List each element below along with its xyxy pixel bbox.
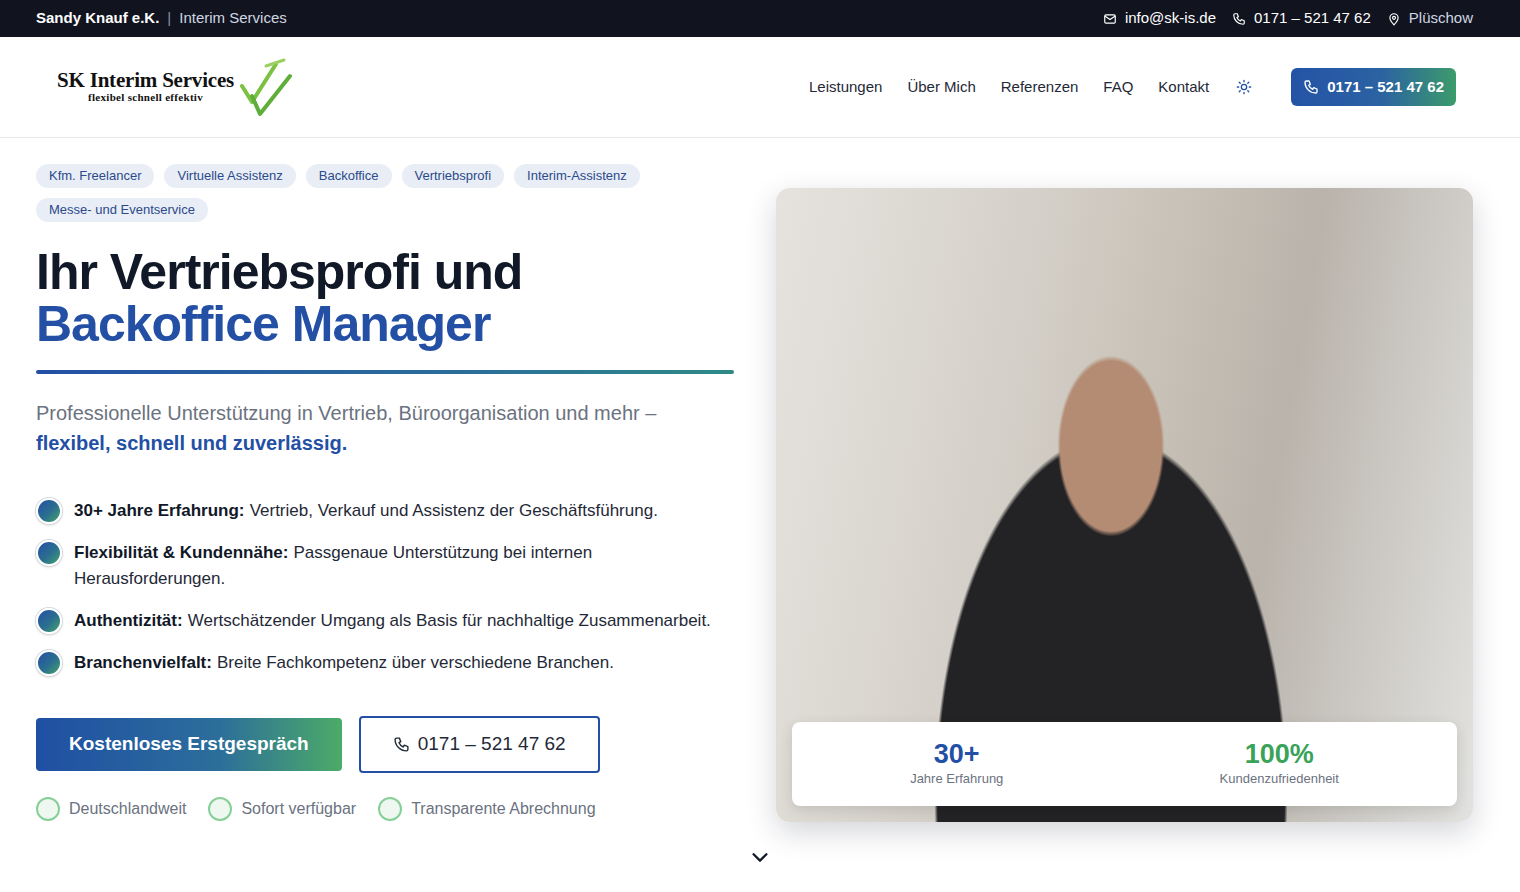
hero-content: Kfm. Freelancer Virtuelle Assistenz Backof… xyxy=(36,164,734,852)
nav-menu: Leistungen Über Mich Referenzen FAQ Kontakt xyxy=(809,76,1209,99)
phone-button-label[interactable]: 0171 – 521 47 62 xyxy=(418,730,566,759)
nav-link[interactable]: Leistungen xyxy=(809,76,882,99)
feature-label: Flexibilität & Kundennähe: xyxy=(74,543,288,562)
feature-label: Authentizität: xyxy=(74,611,183,630)
feature-text: Branchenvielfalt: Breite Fachkompetenz üb… xyxy=(74,650,614,676)
theme-toggle[interactable] xyxy=(1233,76,1255,98)
check-circle-icon xyxy=(378,797,402,821)
mail-icon xyxy=(1103,12,1117,26)
service-tag[interactable]: Kfm. Freelancer xyxy=(36,164,154,188)
sun-icon xyxy=(1236,79,1252,95)
feature-item: 30+ Jahre Erfahrung: Vertrieb, Verkauf un… xyxy=(36,498,734,524)
trust-badge: Deutschlandweit xyxy=(36,797,186,821)
bullet-dot-icon xyxy=(36,608,62,634)
nav-link[interactable]: Über Mich xyxy=(907,76,975,99)
email[interactable]: info@sk-is.de xyxy=(1125,7,1216,30)
separator: | xyxy=(167,7,171,30)
feature-list: 30+ Jahre Erfahrung: Vertrieb, Verkauf un… xyxy=(36,498,734,676)
location-pin-icon xyxy=(1387,12,1401,26)
stat: 100%Kundenzufriedenheit xyxy=(1111,738,1447,788)
location-text: Plüschow xyxy=(1409,7,1473,30)
phone-icon xyxy=(393,736,410,753)
trust-badge-label: Transparente Abrechnung xyxy=(411,797,595,821)
trust-badge-label: Sofort verfügbar xyxy=(241,797,356,821)
feature-text: Flexibilität & Kundennähe:Passgenaue Unt… xyxy=(74,540,734,592)
email-link[interactable]: info@sk-is.de xyxy=(1103,7,1216,30)
phone-icon xyxy=(1303,79,1319,95)
check-circle-icon xyxy=(208,797,232,821)
bullet-dot-icon xyxy=(36,540,62,566)
stat: 30+Jahre Erfahrung xyxy=(802,738,1111,788)
service-tag[interactable]: Virtuelle Assistenz xyxy=(164,164,295,188)
logo[interactable]: SK Interim Services flexibel schnell eff… xyxy=(57,56,294,118)
location: Plüschow xyxy=(1387,7,1473,30)
service-tag[interactable]: Interim-Assistenz xyxy=(514,164,640,188)
hero-section: Kfm. Freelancer Virtuelle Assistenz Backof… xyxy=(0,138,1520,892)
consultation-button-label[interactable]: Kostenloses Erstgespräch xyxy=(69,730,309,759)
service-tags: Kfm. Freelancer Virtuelle Assistenz Backof… xyxy=(36,164,734,222)
feature-label: 30+ Jahre Erfahrung: xyxy=(74,501,245,520)
contact-info: info@sk-is.de 0171 – 521 47 62 Plüschow xyxy=(1103,7,1473,30)
phone[interactable]: 0171 – 521 47 62 xyxy=(1254,7,1371,30)
consultation-button[interactable]: Kostenloses Erstgespräch xyxy=(36,718,342,771)
feature-text: Authentizität: Wertschätzender Umgang als… xyxy=(74,608,711,634)
company-name: Sandy Knauf e.K. xyxy=(36,7,159,30)
phone-icon xyxy=(1232,12,1246,26)
stat-value: 30+ xyxy=(802,738,1111,770)
call-button-label[interactable]: 0171 – 521 47 62 xyxy=(1327,76,1444,99)
trust-badge: Sofort verfügbar xyxy=(208,797,356,821)
nav-link[interactable]: FAQ xyxy=(1103,76,1133,99)
subtitle-text: Professionelle Unterstützung in Vertrieb… xyxy=(36,402,656,424)
phone-button[interactable]: 0171 – 521 47 62 xyxy=(359,716,600,773)
nav-link[interactable]: Kontakt xyxy=(1158,76,1209,99)
service-tag[interactable]: Backoffice xyxy=(306,164,392,188)
gradient-divider xyxy=(36,370,734,374)
hero-actions: Kostenloses Erstgespräch 0171 – 521 47 6… xyxy=(36,716,734,773)
feature-item: Flexibilität & Kundennähe:Passgenaue Unt… xyxy=(36,540,734,592)
feature-description: Wertschätzender Umgang als Basis für nac… xyxy=(188,611,711,630)
service-tag[interactable]: Messe- und Eventservice xyxy=(36,198,208,222)
feature-item: Authentizität: Wertschätzender Umgang als… xyxy=(36,608,734,634)
stat-label: Kundenzufriedenheit xyxy=(1111,770,1447,788)
logo-title: SK Interim Services xyxy=(57,70,234,91)
logo-text: SK Interim Services flexibel schnell eff… xyxy=(57,70,234,104)
portrait-photo: 30+Jahre Erfahrung100%Kundenzufriedenhei… xyxy=(776,188,1473,822)
hero-title-highlight: Backoffice Manager xyxy=(36,298,734,350)
tagline: Interim Services xyxy=(179,7,287,30)
feature-description: Breite Fachkompetenz über verschiedene B… xyxy=(217,653,614,672)
trust-badges: Deutschlandweit Sofort verfügbar Transpare… xyxy=(36,797,734,821)
stats-card: 30+Jahre Erfahrung100%Kundenzufriedenhei… xyxy=(792,722,1457,806)
hero-media: 30+Jahre Erfahrung100%Kundenzufriedenhei… xyxy=(776,164,1473,852)
navigation: LeistungenÜber MichReferenzenFAQKontakt … xyxy=(809,68,1456,107)
header: SK Interim Services flexibel schnell eff… xyxy=(0,37,1520,138)
trust-badge: Transparente Abrechnung xyxy=(378,797,595,821)
phone-link[interactable]: 0171 – 521 47 62 xyxy=(1232,7,1371,30)
hero-subtitle: Professionelle Unterstützung in Vertrieb… xyxy=(36,398,734,458)
feature-label: Branchenvielfalt: xyxy=(74,653,212,672)
feature-text: 30+ Jahre Erfahrung: Vertrieb, Verkauf un… xyxy=(74,498,658,524)
stat-value: 100% xyxy=(1111,738,1447,770)
checkmark-icon xyxy=(236,56,294,118)
service-tag[interactable]: Vertriebsprofi xyxy=(402,164,505,188)
logo-slogan: flexibel schnell effektiv xyxy=(88,91,203,104)
feature-item: Branchenvielfalt: Breite Fachkompetenz üb… xyxy=(36,650,734,676)
bullet-dot-icon xyxy=(36,650,62,676)
hero-title-line: Ihr Vertriebsprofi und xyxy=(36,246,734,298)
scroll-down-icon[interactable] xyxy=(749,846,771,868)
bullet-dot-icon xyxy=(36,498,62,524)
company-info: Sandy Knauf e.K. | Interim Services xyxy=(36,7,287,30)
trust-badge-label: Deutschlandweit xyxy=(69,797,186,821)
call-button[interactable]: 0171 – 521 47 62 xyxy=(1291,68,1456,107)
subtitle-highlight: flexibel, schnell und zuverlässig. xyxy=(36,428,734,458)
nav-link[interactable]: Referenzen xyxy=(1001,76,1079,99)
feature-description: Vertrieb, Verkauf und Assistenz der Gesc… xyxy=(250,501,658,520)
stat-label: Jahre Erfahrung xyxy=(802,770,1111,788)
hero-title: Ihr Vertriebsprofi und Backoffice Manage… xyxy=(36,246,734,350)
top-bar: Sandy Knauf e.K. | Interim Services info… xyxy=(0,0,1520,37)
check-circle-icon xyxy=(36,797,60,821)
